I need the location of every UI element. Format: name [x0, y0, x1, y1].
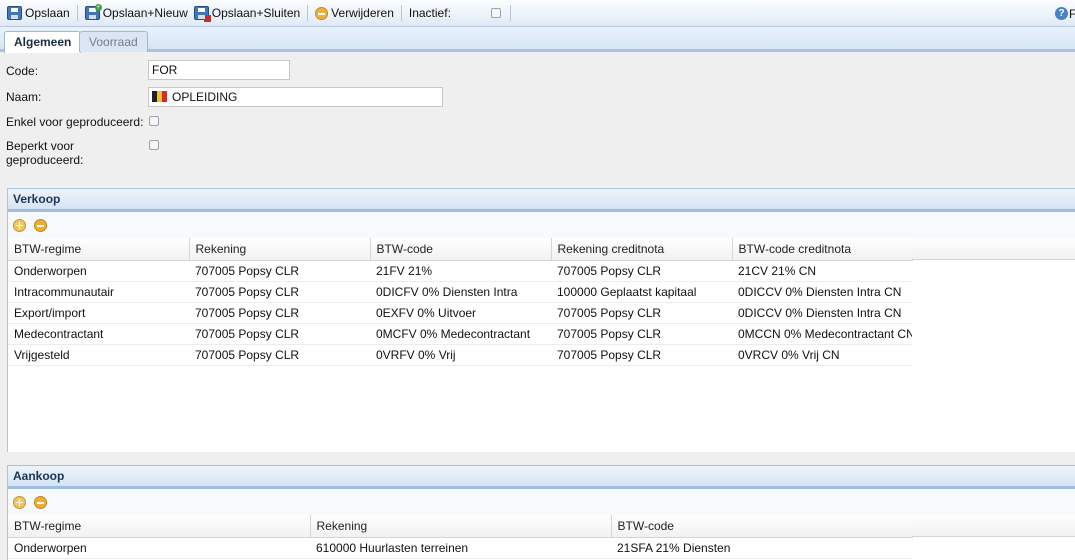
- table-cell: 0DICCV 0% Diensten Intra CN: [732, 302, 912, 324]
- sales-toolbar: [8, 212, 1075, 238]
- sales-grid: BTW-regime Rekening BTW-code Rekening cr…: [8, 238, 1075, 366]
- table-cell: 100000 Geplaatst kapitaal: [551, 281, 732, 303]
- table-cell: 0DICFV 0% Diensten Intra: [370, 281, 551, 303]
- table-cell: 707005 Popsy CLR: [189, 302, 370, 324]
- delete-icon: [315, 6, 329, 20]
- save-close-icon: [193, 6, 211, 22]
- sales-header-row: BTW-regime Rekening BTW-code Rekening cr…: [8, 238, 913, 261]
- belgian-flag-icon[interactable]: [152, 91, 167, 102]
- purchase-table: BTW-regime Rekening BTW-code Onderworpen…: [8, 515, 913, 559]
- table-cell: 21SFA 21% Diensten: [611, 537, 912, 559]
- toolbar-separator: [509, 5, 511, 21]
- table-cell: Intracommunautair: [8, 281, 189, 303]
- inactive-checkbox[interactable]: [490, 8, 501, 18]
- table-cell: Export/import: [8, 302, 189, 324]
- table-cell: 707005 Popsy CLR: [189, 281, 370, 303]
- table-row[interactable]: Onderworpen 707005 Popsy CLR 21FV 21% 70…: [8, 260, 912, 282]
- save-close-button[interactable]: Opslaan+Sluiten: [191, 2, 303, 24]
- purchase-header-row: BTW-regime Rekening BTW-code: [8, 515, 913, 538]
- purchase-toolbar: [8, 489, 1075, 515]
- inactive-label: Inactief:: [408, 6, 451, 20]
- save-close-button-label: Opslaan+Sluiten: [211, 6, 301, 20]
- purchase-grid: BTW-regime Rekening BTW-code Onderworpen…: [8, 515, 1075, 559]
- column-header[interactable]: Rekening: [189, 238, 371, 261]
- table-row[interactable]: Intracommunautair 707005 Popsy CLR 0DICF…: [8, 281, 912, 303]
- add-row-icon[interactable]: [13, 495, 26, 509]
- toolbar-separator: [307, 5, 309, 21]
- table-row[interactable]: Medecontractant 707005 Popsy CLR 0MCFV 0…: [8, 323, 912, 345]
- help-icon[interactable]: ?: [1055, 7, 1068, 20]
- limited-produced-label-line1: Beperkt voor: [6, 139, 75, 153]
- sales-header-filler: [912, 238, 1075, 260]
- table-cell: 707005 Popsy CLR: [189, 323, 370, 345]
- purchase-panel: Aankoop BTW-regime Rekening BTW-code Ond…: [7, 465, 1075, 560]
- name-label: Naam:: [6, 90, 42, 104]
- table-cell: Vrijgesteld: [8, 344, 189, 366]
- sales-table: BTW-regime Rekening BTW-code Rekening cr…: [8, 238, 913, 366]
- save-button-label: Opslaan: [25, 6, 70, 20]
- table-cell: 0DICCV 0% Diensten Intra CN: [732, 281, 912, 303]
- column-header[interactable]: BTW-code: [370, 238, 552, 261]
- tab-algemeen[interactable]: Algemeen: [4, 31, 82, 53]
- save-disk-icon: [7, 6, 22, 20]
- column-header[interactable]: BTW-regime: [8, 515, 311, 538]
- table-cell: 0VRCV 0% Vrij CN: [732, 344, 912, 366]
- table-cell: Onderworpen: [8, 537, 310, 559]
- delete-button[interactable]: Verwijderen: [312, 2, 397, 24]
- table-cell: 707005 Popsy CLR: [551, 260, 732, 282]
- name-value: OPLEIDING: [172, 90, 238, 104]
- remove-row-icon[interactable]: [34, 495, 47, 509]
- table-row[interactable]: Export/import 707005 Popsy CLR 0EXFV 0% …: [8, 302, 912, 324]
- table-cell: Onderworpen: [8, 260, 189, 282]
- remove-row-icon[interactable]: [34, 218, 47, 232]
- sales-panel: Verkoop BTW-regime Rekening BTW-code Rek…: [7, 188, 1075, 452]
- column-header[interactable]: Rekening: [310, 515, 612, 538]
- table-cell: 610000 Huurlasten terreinen: [310, 537, 611, 559]
- purchase-panel-title: Aankoop: [8, 465, 1075, 489]
- table-cell: Medecontractant: [8, 323, 189, 345]
- only-produced-checkbox[interactable]: [149, 116, 159, 126]
- column-header[interactable]: BTW-regime: [8, 238, 190, 261]
- table-cell: 707005 Popsy CLR: [551, 302, 732, 324]
- table-cell: 0EXFV 0% Uitvoer: [370, 302, 551, 324]
- table-cell: 707005 Popsy CLR: [189, 344, 370, 366]
- table-row[interactable]: Vrijgesteld 707005 Popsy CLR 0VRFV 0% Vr…: [8, 344, 912, 366]
- purchase-header-filler: [912, 515, 1075, 537]
- table-cell: 0VRFV 0% Vrij: [370, 344, 551, 366]
- tab-bar: Algemeen Voorraad: [0, 27, 1075, 53]
- toolbar: Opslaan + Opslaan+Nieuw Opslaan+Sluiten …: [0, 0, 1075, 27]
- table-cell: 0MCCN 0% Medecontractant CN: [732, 323, 912, 345]
- tab-voorraad[interactable]: Voorraad: [79, 31, 148, 52]
- table-cell: 707005 Popsy CLR: [189, 260, 370, 282]
- column-header[interactable]: Rekening creditnota: [551, 238, 733, 261]
- table-row[interactable]: Onderworpen 610000 Huurlasten terreinen …: [8, 537, 912, 559]
- save-new-button-label: Opslaan+Nieuw: [102, 6, 188, 20]
- table-cell: 707005 Popsy CLR: [551, 344, 732, 366]
- table-cell: 707005 Popsy CLR: [551, 323, 732, 345]
- limited-produced-label-line2: geproduceerd:: [6, 153, 84, 167]
- save-new-icon: +: [84, 4, 102, 20]
- table-cell: 0MCFV 0% Medecontractant: [370, 323, 551, 345]
- code-input[interactable]: FOR: [148, 60, 290, 80]
- table-cell: 21FV 21%: [370, 260, 551, 282]
- toolbar-separator: [76, 5, 78, 21]
- toolbar-separator: [400, 5, 402, 21]
- only-produced-label: Enkel voor geproduceerd:: [6, 115, 144, 129]
- save-button[interactable]: Opslaan: [4, 2, 73, 24]
- limited-produced-checkbox[interactable]: [149, 140, 159, 150]
- column-header[interactable]: BTW-code: [611, 515, 913, 538]
- save-new-button[interactable]: + Opslaan+Nieuw: [82, 2, 191, 24]
- limited-produced-label: Beperkt voor geproduceerd:: [6, 139, 83, 167]
- code-label: Code:: [6, 64, 39, 78]
- sales-panel-title: Verkoop: [8, 188, 1075, 212]
- add-row-icon[interactable]: [13, 218, 26, 232]
- column-header[interactable]: BTW-code creditnota: [732, 238, 913, 261]
- table-cell: 21CV 21% CN: [732, 260, 912, 282]
- help-label[interactable]: F: [1069, 7, 1075, 21]
- name-input[interactable]: OPLEIDING: [148, 87, 443, 107]
- delete-button-label: Verwijderen: [331, 6, 394, 20]
